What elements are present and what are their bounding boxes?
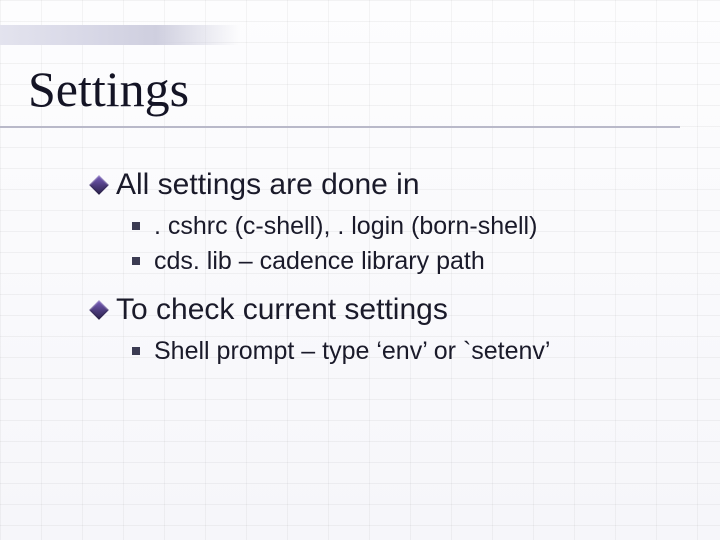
- bullet-level1: All settings are done in: [92, 166, 690, 204]
- square-bullet-icon: [132, 347, 140, 355]
- sub-bullet-text: Shell prompt – type ‘env’ or `setenv’: [154, 335, 550, 367]
- slide-body: All settings are done in . cshrc (c-shel…: [92, 160, 690, 381]
- sub-bullet-text: . cshrc (c-shell), . login (born-shell): [154, 210, 537, 242]
- bullet-text: To check current settings: [116, 291, 448, 329]
- top-accent-bar: [0, 25, 240, 45]
- square-bullet-icon: [132, 257, 140, 265]
- square-bullet-icon: [132, 222, 140, 230]
- bullet-text: All settings are done in: [116, 166, 420, 204]
- bullet-level1: To check current settings: [92, 291, 690, 329]
- slide-title: Settings: [28, 60, 189, 118]
- sublist: . cshrc (c-shell), . login (born-shell) …: [132, 210, 690, 277]
- title-underline: [0, 126, 680, 128]
- bullet-level2: Shell prompt – type ‘env’ or `setenv’: [132, 335, 690, 367]
- diamond-bullet-icon: [89, 175, 109, 195]
- bullet-level2: cds. lib – cadence library path: [132, 245, 690, 277]
- bullet-level2: . cshrc (c-shell), . login (born-shell): [132, 210, 690, 242]
- slide: Settings All settings are done in . cshr…: [0, 0, 720, 540]
- sub-bullet-text: cds. lib – cadence library path: [154, 245, 485, 277]
- diamond-bullet-icon: [89, 300, 109, 320]
- sublist: Shell prompt – type ‘env’ or `setenv’: [132, 335, 690, 367]
